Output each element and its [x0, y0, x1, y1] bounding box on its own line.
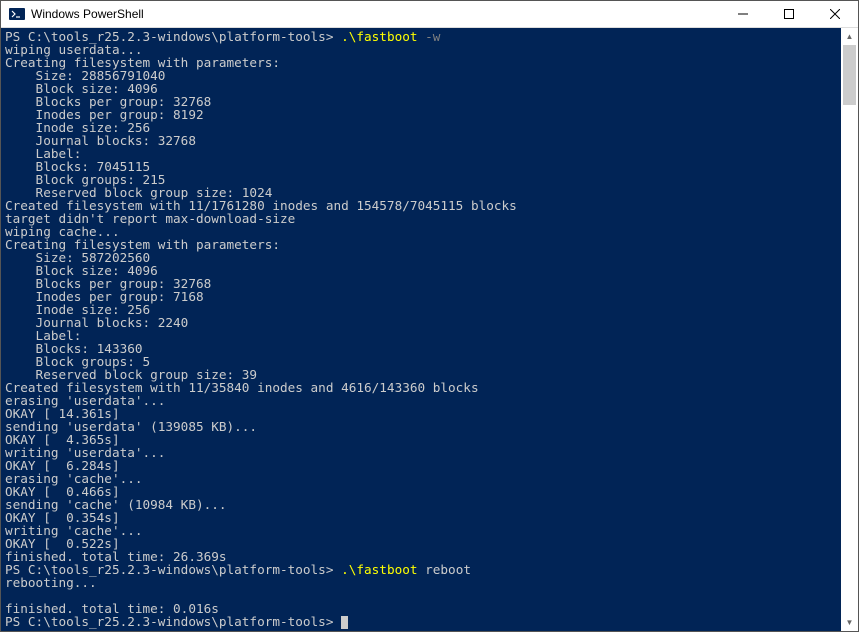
- scroll-thumb[interactable]: [843, 45, 856, 105]
- close-button[interactable]: [812, 1, 858, 27]
- powershell-window: Windows PowerShell PS C:\tools_r25.2.3-w…: [0, 0, 859, 632]
- titlebar[interactable]: Windows PowerShell: [1, 1, 858, 28]
- terminal-area: PS C:\tools_r25.2.3-windows\platform-too…: [1, 28, 858, 631]
- terminal-output[interactable]: PS C:\tools_r25.2.3-windows\platform-too…: [1, 28, 841, 631]
- window-title: Windows PowerShell: [31, 7, 720, 21]
- maximize-button[interactable]: [766, 1, 812, 27]
- minimize-button[interactable]: [720, 1, 766, 27]
- vertical-scrollbar[interactable]: ▲ ▼: [841, 28, 858, 631]
- scroll-up-arrow[interactable]: ▲: [841, 28, 858, 45]
- window-controls: [720, 1, 858, 27]
- powershell-icon: [9, 6, 25, 22]
- cursor: [341, 616, 348, 629]
- scroll-track[interactable]: [841, 45, 858, 614]
- scroll-down-arrow[interactable]: ▼: [841, 614, 858, 631]
